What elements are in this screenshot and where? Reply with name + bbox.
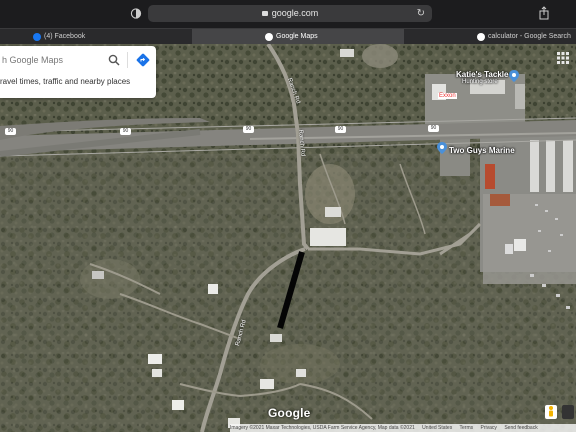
tab-calculator[interactable]: calculator - Google Search — [404, 29, 576, 45]
tab-google-maps[interactable]: Google Maps — [192, 29, 404, 45]
lock-icon — [261, 11, 268, 16]
send-feedback-link[interactable]: Send feedback — [504, 425, 537, 431]
tab-label: Google Maps — [276, 33, 318, 40]
address-text: google.com — [271, 8, 319, 18]
place-pin-icon[interactable] — [509, 70, 519, 82]
search-input[interactable] — [0, 50, 106, 70]
directions-icon[interactable] — [136, 53, 150, 67]
route-shield: 90 — [428, 125, 439, 132]
pegman-icon[interactable] — [545, 405, 557, 419]
search-panel: ravel times, traffic and nearby places — [0, 46, 156, 98]
privacy-shield-icon[interactable] — [130, 8, 142, 19]
route-shield: 90 — [5, 128, 16, 135]
satellite-map[interactable] — [0, 44, 576, 432]
map-footer: Imagery ©2021 Maxar Technologies, USDA F… — [230, 424, 576, 432]
search-icon[interactable] — [108, 54, 120, 66]
place-label-katies-tackle[interactable]: Katie's Tackle — [456, 70, 508, 79]
map-imagery — [0, 44, 576, 432]
place-label-exxon[interactable]: Exxon — [438, 93, 457, 99]
search-hint: ravel times, traffic and nearby places — [0, 77, 131, 86]
google-logo: Google — [268, 406, 311, 420]
place-sublabel: Hunting store — [462, 79, 498, 85]
layers-toggle-icon[interactable] — [562, 405, 574, 419]
google-favicon-icon — [477, 33, 485, 41]
terms-link[interactable]: Terms — [460, 425, 474, 431]
tab-bar: (4) Facebook Google Maps calculator - Go… — [0, 28, 576, 45]
privacy-link[interactable]: Privacy — [481, 425, 497, 431]
search-divider — [127, 52, 128, 68]
route-shield: 90 — [243, 126, 254, 133]
facebook-favicon-icon — [33, 33, 41, 41]
country-link[interactable]: United States — [422, 425, 452, 431]
address-bar[interactable]: google.com ↻ — [148, 5, 432, 22]
place-pin-icon[interactable] — [437, 142, 447, 154]
tab-label: (4) Facebook — [44, 33, 86, 40]
share-icon[interactable] — [539, 6, 549, 20]
reload-icon[interactable]: ↻ — [417, 5, 425, 22]
tab-label: calculator - Google Search — [488, 33, 571, 40]
google-favicon-icon — [265, 33, 273, 41]
place-label-two-guys-marine[interactable]: Two Guys Marine — [449, 146, 515, 155]
browser-toolbar: google.com ↻ — [0, 0, 576, 28]
tab-facebook[interactable]: (4) Facebook — [0, 29, 192, 45]
route-shield: 90 — [120, 128, 131, 135]
apps-grid-icon[interactable] — [557, 52, 569, 64]
imagery-credit: Imagery ©2021 Maxar Technologies, USDA F… — [230, 425, 415, 431]
route-shield: 90 — [335, 126, 346, 133]
